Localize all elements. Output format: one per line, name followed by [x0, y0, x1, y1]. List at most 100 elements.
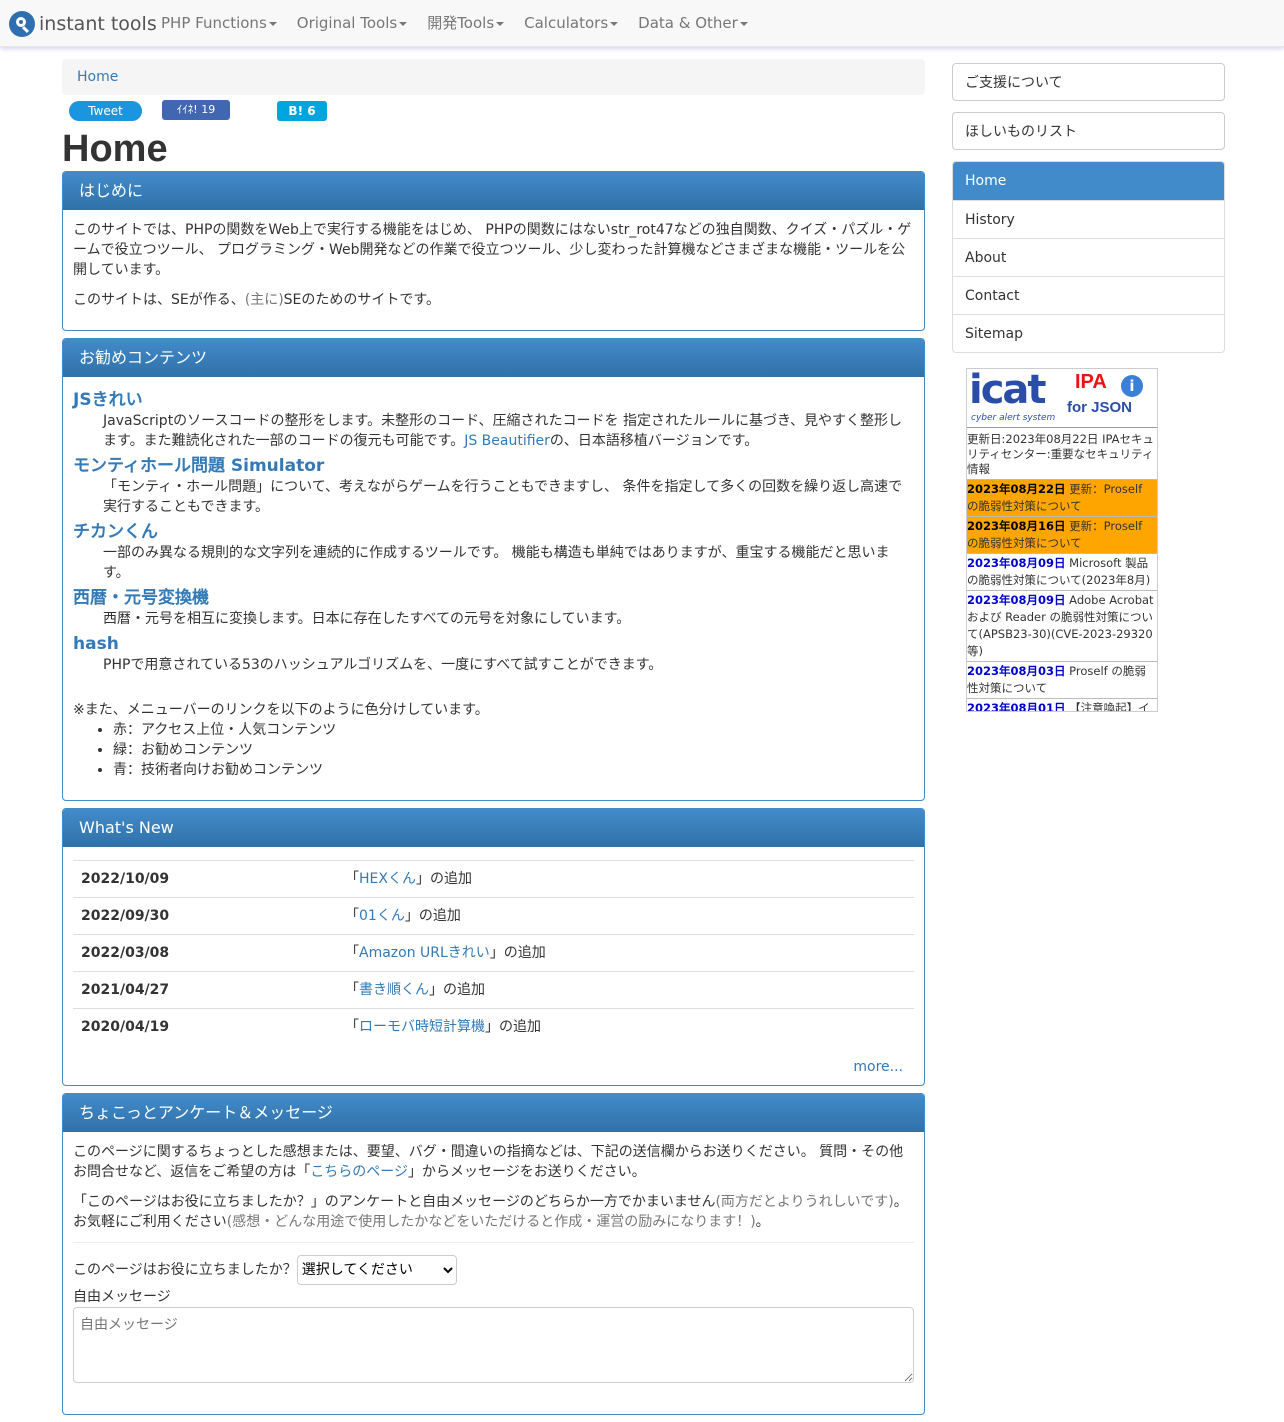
panel-body: JSきれい JavaScriptのソースコードの整形をします。未整形のコード、圧…	[63, 377, 924, 800]
icat-logo-word: icat	[969, 368, 1047, 413]
nav-dropdown-original-tools[interactable]: Original Tools	[287, 0, 417, 46]
news-link[interactable]: ローモバ時短計算機	[359, 1019, 485, 1035]
icat-entry-date: 2023年08月16日	[967, 519, 1066, 533]
rec-link-hash[interactable]: hash	[73, 633, 914, 655]
main-content: Home Tweet ｲｲﾈ! 19 B! 6 Home はじめに このサイトで…	[62, 59, 925, 1422]
muted-text: (両方だとよりうれしいです)	[715, 1194, 894, 1210]
intro-paragraph: このサイトでは、PHPの関数をWeb上で実行する機能をはじめ、 PHPの関数には…	[73, 222, 912, 278]
page-title: Home	[62, 128, 168, 170]
panel-body: 2022/10/09 「HEXくん」の追加 2022/09/30 「01くん」の追加…	[63, 847, 924, 1085]
table-row: 2022/09/30 「01くん」の追加	[73, 897, 914, 935]
breadcrumb: Home	[62, 59, 925, 95]
caret-down-icon	[739, 21, 748, 26]
rec-link-chikan[interactable]: チカンくん	[73, 521, 914, 543]
tweet-button[interactable]: Tweet	[69, 101, 142, 121]
icat-entry-text: 【注意喚起】イ	[1065, 701, 1150, 712]
nav-dropdown-data-other[interactable]: Data & Other	[628, 0, 758, 46]
text: 」の追加	[415, 871, 472, 887]
sidebar-item-sitemap[interactable]: Sitemap	[953, 314, 1224, 352]
survey-intro: このページに関するちょっとした感想または、要望、バグ・間違いの指摘などは、下記の…	[73, 1142, 914, 1182]
nav-dropdown-dev-tools[interactable]: 開発Tools	[417, 0, 514, 46]
news-link[interactable]: HEXくん	[359, 871, 416, 887]
icat-updated: 更新日:2023年08月22日 IPAセキュリティセンター:重要なセキュリティ情…	[967, 427, 1157, 479]
intro-panel: はじめに このサイトでは、PHPの関数をWeb上で実行する機能をはじめ、 PHP…	[62, 171, 925, 331]
sidebar-item-about[interactable]: About	[953, 238, 1224, 276]
facebook-like-button[interactable]: ｲｲﾈ! 19	[162, 100, 230, 120]
news-link[interactable]: Amazon URLきれい	[359, 945, 490, 961]
text: 。	[755, 1214, 770, 1230]
rec-description: 西暦・元号を相互に変換します。日本に存在したすべての元号を対象にしています。	[103, 611, 631, 627]
sidebar-item-home[interactable]: Home	[953, 162, 1224, 200]
icat-logo-sub: cyber alert system	[971, 413, 1056, 423]
divider	[73, 1242, 914, 1243]
icat-logo[interactable]: icat cyber alert system IPA for JSON i	[967, 369, 1157, 427]
icat-entry[interactable]: 2023年08月22日 更新：Proself の脆弱性対策について	[967, 479, 1157, 516]
sidebar-item-contact[interactable]: Contact	[953, 276, 1224, 314]
news-link[interactable]: 01くん	[359, 908, 405, 924]
survey-panel: ちょこっとアンケート＆メッセージ このページに関するちょっとした感想または、要望…	[62, 1093, 925, 1415]
nav-dropdown-calculators[interactable]: Calculators	[514, 0, 628, 46]
text: 」の追加	[404, 908, 461, 924]
icat-entry[interactable]: 2023年08月09日 Adobe Acrobat および Reader の脆弱…	[967, 590, 1157, 661]
hatena-bookmark-button[interactable]: B! 6	[277, 101, 327, 121]
nav-label: 開発Tools	[427, 14, 495, 32]
news-text: 「01くん」の追加	[337, 897, 914, 935]
caret-down-icon	[268, 21, 277, 26]
icat-widget: icat cyber alert system IPA for JSON i 更…	[966, 368, 1158, 712]
rec-description: 一部のみ異なる規則的な文字列を連続的に作成するツールです。 機能も構造も単純では…	[103, 545, 890, 581]
table-row: 2022/10/09 「HEXくん」の追加	[73, 860, 914, 898]
icat-entry[interactable]: 2023年08月09日 Microsoft 製品の脆弱性対策について(2023年…	[967, 553, 1157, 590]
nav-label: Data & Other	[638, 14, 738, 32]
nav-label: Calculators	[524, 14, 609, 32]
support-button[interactable]: ご支援について	[952, 63, 1225, 101]
nav-dropdown-php-functions[interactable]: PHP Functions	[151, 0, 287, 46]
icat-entry[interactable]: 2023年08月03日 Proself の脆弱性対策について	[967, 661, 1157, 698]
news-date: 2022/10/09	[73, 860, 337, 898]
muted-text: (主に)	[244, 292, 284, 308]
muted-text: (感想・どんな用途で使用したかなどをいただけると作成・運営の励みになります！)	[226, 1214, 756, 1230]
info-icon: i	[1121, 375, 1143, 397]
icat-entry-date: 2023年08月09日	[967, 556, 1066, 570]
rec-link-monty-hall[interactable]: モンティホール問題 Simulator	[73, 455, 914, 477]
brand-link[interactable]: instant tools	[9, 10, 157, 38]
rec-link-jskirei[interactable]: JSきれい	[73, 389, 914, 411]
icat-entry[interactable]: 2023年08月16日 更新：Proself の脆弱性対策について	[967, 516, 1157, 553]
text: 「	[345, 1019, 359, 1035]
rec-description: JavaScriptのソースコードの整形をします。未整形のコード、圧縮されたコー…	[73, 411, 914, 451]
rec-description: 「モンティ・ホール問題」について、考えながらゲームを行うこともできますし、 条件…	[103, 479, 903, 515]
caret-down-icon	[610, 21, 619, 26]
js-beautifier-link[interactable]: JS Beautifier	[464, 433, 550, 449]
news-text: 「HEXくん」の追加	[337, 860, 914, 898]
wishlist-button[interactable]: ほしいものリスト	[952, 112, 1225, 150]
recommend-panel: お勧めコンテンツ JSきれい JavaScriptのソースコードの整形をします。…	[62, 338, 925, 801]
icat-entry-date: 2023年08月01日	[967, 701, 1066, 712]
text: 」の追加	[489, 945, 546, 961]
panel-body: このサイトでは、PHPの関数をWeb上で実行する機能をはじめ、 PHPの関数には…	[63, 210, 924, 330]
list-item: 赤：アクセス上位・人気コンテンツ	[113, 720, 914, 740]
news-date: 2021/04/27	[73, 971, 337, 1009]
panel-heading: お勧めコンテンツ	[63, 339, 924, 377]
free-message-textarea[interactable]	[73, 1307, 914, 1383]
more-news-link[interactable]: more...	[853, 1059, 903, 1075]
news-link[interactable]: 書き順くん	[359, 982, 429, 998]
intro-tagline: このサイトは、SEが作る、(主に)SEのためのサイトです。	[73, 290, 914, 310]
more-news-container: more...	[73, 1057, 914, 1077]
nav-label: PHP Functions	[161, 14, 267, 32]
text: 「	[345, 908, 359, 924]
text: 」からメッセージをお送りください。	[408, 1164, 646, 1180]
rec-description: PHPで用意されている53のハッシュアルゴリズムを、一度にすべて試すことができま…	[103, 657, 663, 673]
sidebar-item-history[interactable]: History	[953, 200, 1224, 238]
news-text: 「ローモバ時短計算機」の追加	[337, 1008, 914, 1045]
whats-new-panel: What's New 2022/10/09 「HEXくん」の追加 2022/09/…	[62, 808, 925, 1086]
rec-link-era-converter[interactable]: 西暦・元号変換機	[73, 587, 914, 609]
icat-entry[interactable]: 2023年08月01日 【注意喚起】イ	[967, 698, 1157, 712]
contact-page-link[interactable]: こちらのページ	[310, 1164, 408, 1180]
usefulness-select[interactable]: 選択してください	[296, 1255, 457, 1285]
text: 」の追加	[429, 982, 485, 998]
sidebar-nav: Home History About Contact Sitemap	[952, 161, 1225, 353]
icat-logo-json: for JSON	[1067, 399, 1133, 416]
breadcrumb-home-link[interactable]: Home	[77, 69, 118, 85]
table-row: 2020/04/19 「ローモバ時短計算機」の追加	[73, 1008, 914, 1045]
